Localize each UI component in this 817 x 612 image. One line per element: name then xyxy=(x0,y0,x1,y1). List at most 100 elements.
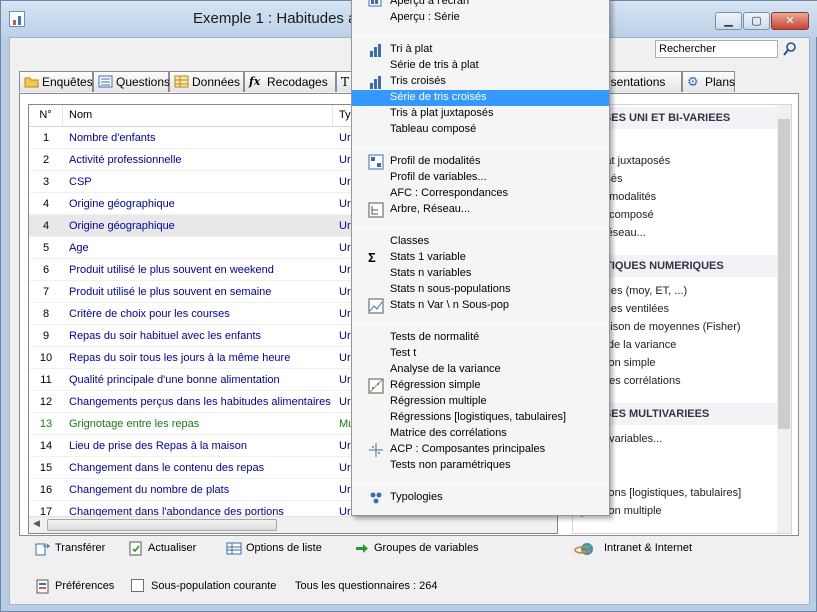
menu-item-label: Série de tris croisés xyxy=(390,91,487,103)
row-name: Lieu de prise des Repas à la maison xyxy=(69,440,247,452)
menu-item[interactable]: Régressions [logistiques, tabulaires] xyxy=(352,410,609,426)
menu-item-label: Régressions [logistiques, tabulaires] xyxy=(390,411,567,423)
app-window: Exemple 1 : Habitudes a ▁ ▢ ✕ Enquêtes Q… xyxy=(0,0,817,612)
menu-item-label: Régression simple xyxy=(390,379,481,391)
menu-item[interactable]: Stats n Var \ n Sous-pop xyxy=(352,298,609,314)
row-number: 13 xyxy=(39,418,53,430)
menu-item[interactable]: Arbre, Réseau... xyxy=(352,202,609,218)
menu-item[interactable]: Tableau composé xyxy=(352,122,609,138)
tab-questions[interactable]: Questions xyxy=(93,71,170,92)
maximize-button[interactable]: ▢ xyxy=(743,12,770,30)
search-icon[interactable] xyxy=(782,41,798,57)
variable-groups-label: Groupes de variables xyxy=(374,542,479,554)
tab-enquetes[interactable]: Enquêtes xyxy=(19,71,93,92)
table-icon xyxy=(174,75,189,88)
subpopulation-label[interactable]: Sous-population courante xyxy=(151,580,276,592)
row-name: Changements perçus dans les habitudes al… xyxy=(69,396,331,408)
close-button[interactable]: ✕ xyxy=(771,12,809,30)
row-name: Repas du soir tous les jours à la même h… xyxy=(69,352,291,364)
row-number: 4 xyxy=(42,220,50,232)
menu-item[interactable]: Tri à plat xyxy=(352,42,609,58)
menu-item[interactable]: Analyse de la variance xyxy=(352,362,609,378)
refresh-button[interactable]: Actualiser xyxy=(128,539,196,559)
menu-item-label: Classes xyxy=(390,235,430,247)
menu-item[interactable]: Matrice des corrélations xyxy=(352,426,609,442)
minimize-button[interactable]: ▁ xyxy=(715,12,742,30)
menu-item[interactable]: Aperçu : Série xyxy=(352,10,609,26)
menu-item[interactable]: Stats n variables xyxy=(352,266,609,282)
menu-item[interactable]: Série de tris croisés xyxy=(352,90,609,106)
menu-item[interactable]: Tests non paramétriques xyxy=(352,458,609,474)
menu-item-label: Matrice des corrélations xyxy=(390,427,507,439)
menu-separator xyxy=(354,227,608,228)
row-name: Changement du nombre de plats xyxy=(69,484,230,496)
row-name: Produit utilisé le plus souvent en weeke… xyxy=(69,264,274,276)
refresh-icon xyxy=(129,541,142,556)
menu-item-label: Stats n sous-populations xyxy=(390,283,511,295)
menu-item-label: Aperçu à l'écran xyxy=(390,0,470,7)
menu-separator xyxy=(354,147,608,148)
row-name: Age xyxy=(69,242,89,254)
menu-item[interactable]: Tris croisés xyxy=(352,74,609,90)
tab-recodages[interactable]: fx Recodages xyxy=(244,71,336,92)
menu-item[interactable]: Régression simple xyxy=(352,378,609,394)
menu-item[interactable]: Tris à plat juxtaposés xyxy=(352,106,609,122)
subpopulation-checkbox[interactable] xyxy=(131,579,144,592)
row-number: 4 xyxy=(42,198,50,210)
menu-item[interactable]: Profil de modalités xyxy=(352,154,609,170)
close-icon: ✕ xyxy=(785,14,795,27)
preferences-label: Préférences xyxy=(55,580,115,592)
row-number: 16 xyxy=(39,484,53,496)
row-number: 3 xyxy=(42,176,50,188)
transfer-button[interactable]: Transférer xyxy=(35,539,105,559)
menu-item[interactable]: Régression multiple xyxy=(352,394,609,410)
transfer-label: Transférer xyxy=(55,542,106,554)
row-number: 15 xyxy=(39,462,53,474)
header-num[interactable]: N° xyxy=(29,105,63,127)
header-name[interactable]: Nom xyxy=(63,105,333,127)
menu-item[interactable]: Série de tris à plat xyxy=(352,58,609,74)
preferences-button[interactable]: Préférences xyxy=(35,577,114,597)
search-input[interactable] xyxy=(655,40,778,58)
menu-item[interactable]: Σ Stats 1 variable xyxy=(352,250,609,266)
scroll-left-icon[interactable]: ◀ xyxy=(33,519,40,529)
row-number: 7 xyxy=(42,286,50,298)
menu-item[interactable]: Typologies xyxy=(352,490,609,506)
vertical-scrollbar[interactable] xyxy=(777,105,791,533)
menu-item-label: Tri à plat xyxy=(390,43,433,55)
tab-plans[interactable]: ⚙ Plans xyxy=(682,71,735,92)
menu-item[interactable]: Profil de variables... xyxy=(352,170,609,186)
intranet-button[interactable]: Intranet & Internet xyxy=(574,539,692,559)
tab-donnees[interactable]: Données xyxy=(169,71,244,92)
horizontal-scrollbar[interactable]: ◀ xyxy=(29,516,557,533)
transfer-icon xyxy=(35,543,51,556)
variable-groups-button[interactable]: Groupes de variables xyxy=(354,539,479,559)
menu-separator xyxy=(354,323,608,324)
menu-item-label: Stats n variables xyxy=(390,267,472,279)
menu-item[interactable]: Aperçu à l'écran xyxy=(352,0,609,10)
menu-item[interactable]: Test t xyxy=(352,346,609,362)
list-options-label: Options de liste xyxy=(246,542,322,554)
menu-item[interactable]: Stats n sous-populations xyxy=(352,282,609,298)
row-name: Origine géographique xyxy=(69,198,175,210)
scroll-thumb[interactable] xyxy=(778,119,790,429)
grid-icon xyxy=(368,154,384,170)
menu-separator xyxy=(354,483,608,484)
menu-item[interactable]: Tests de normalité xyxy=(352,330,609,346)
row-name: Origine géographique xyxy=(69,220,175,232)
list-options-button[interactable]: Options de liste xyxy=(226,539,322,559)
sigma-icon: Σ xyxy=(368,250,376,265)
menu-item-label: Stats n Var \ n Sous-pop xyxy=(390,299,510,311)
menu-item[interactable]: AFC : Correspondances xyxy=(352,186,609,202)
bar-chart-icon xyxy=(368,74,384,90)
menu-item-label: Test t xyxy=(390,347,417,359)
line-chart-icon xyxy=(368,298,384,314)
menu-item-label: Tris à plat juxtaposés xyxy=(390,107,494,119)
row-name: Nombre d'enfants xyxy=(69,132,156,144)
menu-item[interactable]: ACP : Composantes principales xyxy=(352,442,609,458)
menu-item[interactable]: Classes xyxy=(352,234,609,250)
row-number: 2 xyxy=(42,154,50,166)
row-name: Critère de choix pour les courses xyxy=(69,308,230,320)
scroll-thumb[interactable] xyxy=(47,519,277,531)
row-number: 6 xyxy=(42,264,50,276)
